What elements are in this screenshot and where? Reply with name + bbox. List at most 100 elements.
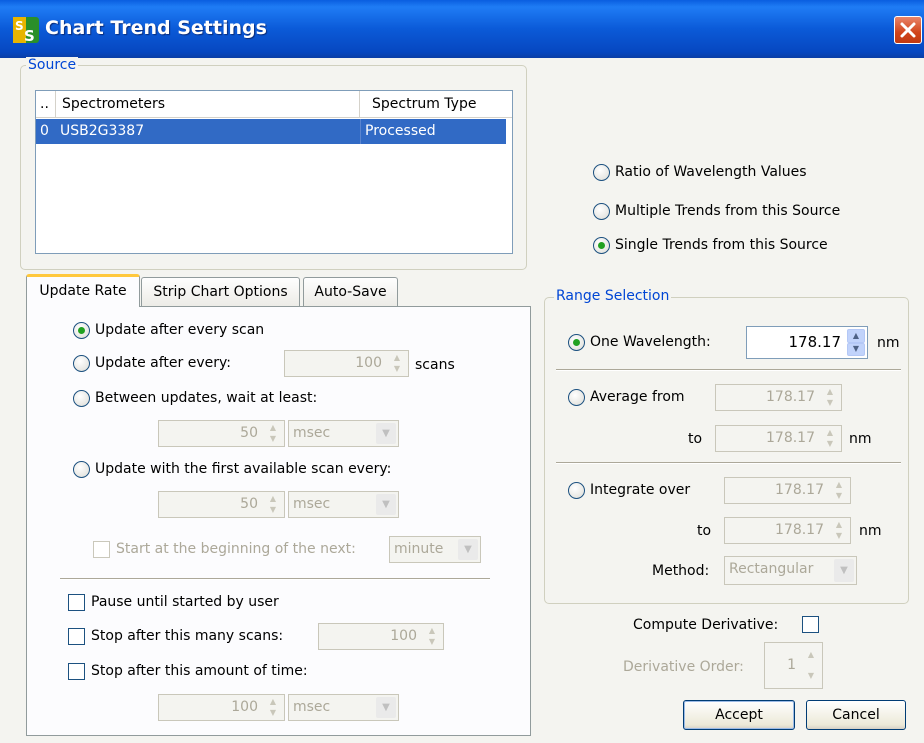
spinner-arrows: ▲ ▼: [423, 626, 441, 647]
integrate-over-radio[interactable]: Integrate over: [568, 480, 690, 500]
range-separator-1: [556, 369, 901, 371]
chevron-down-icon[interactable]: ▼: [376, 494, 396, 515]
chevron-down-icon[interactable]: ▼: [458, 539, 478, 560]
spinner-down-icon[interactable]: ▼: [821, 398, 839, 409]
column-header-index[interactable]: ..: [36, 91, 56, 117]
stop-time-unit-dropdown[interactable]: msec ▼: [288, 694, 399, 721]
stop-scans-spinner[interactable]: 100 ▲ ▼: [318, 623, 444, 650]
spinner-value: 178.17: [766, 389, 815, 405]
first-available-radio[interactable]: Update with the first available scan eve…: [73, 459, 391, 479]
between-updates-spinner[interactable]: 50 ▲ ▼: [158, 420, 285, 447]
table-row[interactable]: 0 USB2G3387 Processed: [36, 119, 506, 144]
integrate-to-spinner[interactable]: 178.17 ▲ ▼: [724, 517, 851, 544]
chevron-down-icon[interactable]: ▼: [834, 559, 854, 582]
window-title: Chart Trend Settings: [45, 17, 267, 39]
first-available-spinner[interactable]: 50 ▲ ▼: [158, 491, 285, 518]
radio-circle: [568, 388, 585, 406]
spinner-value: 178.17: [766, 430, 815, 446]
column-header-spectrum-type[interactable]: Spectrum Type: [360, 91, 506, 117]
start-next-unit-dropdown[interactable]: minute ▼: [389, 536, 481, 563]
tab-update-rate[interactable]: Update Rate: [26, 274, 140, 307]
radio-circle: [593, 202, 610, 220]
accept-button[interactable]: Accept: [683, 700, 795, 730]
between-updates-radio[interactable]: Between updates, wait at least:: [73, 388, 317, 408]
tab-auto-save[interactable]: Auto-Save: [303, 277, 398, 307]
spinner-down-icon[interactable]: ▼: [830, 531, 848, 542]
spinner-arrows: ▲ ▼: [830, 520, 848, 541]
dropdown-value: msec: [293, 496, 331, 512]
update-scans-spinner[interactable]: 100 ▲ ▼: [284, 350, 409, 377]
spinner-value: 178.17: [775, 482, 824, 498]
derivative-order-spinner[interactable]: 1 ▲ ▼: [764, 642, 823, 689]
stop-scans-checkbox[interactable]: Stop after this many scans:: [68, 626, 283, 646]
radio-circle: [73, 354, 90, 372]
title-bar[interactable]: S S Chart Trend Settings: [0, 0, 924, 58]
stop-time-checkbox[interactable]: Stop after this amount of time:: [68, 661, 308, 681]
spinner-arrows: ▲ ▼: [802, 645, 820, 686]
method-dropdown[interactable]: Rectangular ▼: [724, 556, 857, 585]
column-header-spectrometers[interactable]: Spectrometers: [56, 91, 360, 117]
dropdown-value: msec: [293, 699, 331, 715]
spinner-value: 178.17: [788, 333, 842, 351]
average-from-radio[interactable]: Average from: [568, 387, 685, 407]
chevron-down-icon[interactable]: ▼: [376, 697, 396, 718]
spinner-down-icon[interactable]: ▼: [821, 439, 839, 450]
ratio-radio[interactable]: Ratio of Wavelength Values: [593, 162, 807, 182]
chevron-down-icon[interactable]: ▼: [376, 423, 396, 444]
spinner-down-icon[interactable]: ▼: [264, 505, 282, 516]
spinner-arrows: ▲ ▼: [388, 353, 406, 374]
cell-index: 0: [40, 123, 49, 139]
cell-spectrometer: USB2G3387: [60, 123, 145, 139]
integrate-from-spinner[interactable]: 178.17 ▲ ▼: [724, 477, 851, 504]
stop-time-spinner[interactable]: 100 ▲ ▼: [158, 694, 285, 721]
spinner-down-icon[interactable]: ▼: [264, 434, 282, 445]
spinner-arrows: ▲ ▼: [821, 387, 839, 408]
one-wavelength-spinner[interactable]: 178.17 ▲ ▼: [746, 326, 868, 359]
pause-checkbox[interactable]: Pause until started by user: [68, 592, 279, 612]
spinner-down-icon[interactable]: ▼: [388, 364, 406, 375]
cancel-button[interactable]: Cancel: [806, 700, 906, 730]
update-rate-separator: [60, 578, 490, 580]
spinner-down-icon[interactable]: ▼: [423, 637, 441, 648]
start-next-checkbox[interactable]: Start at the beginning of the next:: [93, 539, 356, 559]
average-to-spinner[interactable]: 178.17 ▲ ▼: [715, 425, 842, 452]
single-trends-radio[interactable]: Single Trends from this Source: [593, 235, 828, 255]
range-separator-2: [556, 462, 901, 464]
radio-circle: [73, 460, 90, 478]
close-icon: [900, 22, 916, 38]
spinner-arrows: ▲ ▼: [264, 494, 282, 515]
multiple-trends-radio[interactable]: Multiple Trends from this Source: [593, 201, 840, 221]
stop-scans-label: Stop after this many scans:: [91, 628, 284, 644]
one-wavelength-unit: nm: [877, 335, 900, 351]
spinner-value: 178.17: [775, 522, 824, 538]
spinner-down-icon[interactable]: ▼: [830, 491, 848, 502]
update-every-scan-label: Update after every scan: [95, 322, 265, 338]
spectrometer-table[interactable]: .. Spectrometers Spectrum Type 0 USB2G33…: [35, 90, 513, 254]
compute-derivative-checkbox[interactable]: [802, 616, 819, 633]
update-every-scan-radio[interactable]: Update after every scan: [73, 320, 264, 340]
one-wavelength-radio[interactable]: One Wavelength:: [568, 332, 711, 352]
spinner-down-icon[interactable]: ▼: [847, 342, 865, 356]
spinner-up-icon[interactable]: ▲: [802, 645, 820, 666]
tab-strip-chart-options[interactable]: Strip Chart Options: [141, 277, 300, 307]
update-after-every-radio[interactable]: Update after every:: [73, 353, 231, 373]
derivative-order-label: Derivative Order:: [623, 659, 744, 675]
spinner-value: 50: [240, 425, 258, 441]
average-from-spinner[interactable]: 178.17 ▲ ▼: [715, 384, 842, 411]
close-button[interactable]: [894, 16, 922, 44]
source-legend: Source: [26, 57, 79, 73]
checkbox-box: [93, 540, 110, 558]
spinner-down-icon[interactable]: ▼: [802, 666, 820, 687]
dropdown-value: Rectangular: [729, 561, 814, 577]
between-unit-dropdown[interactable]: msec ▼: [288, 420, 399, 447]
average-to-label: to: [688, 431, 703, 447]
spinner-down-icon[interactable]: ▼: [264, 708, 282, 719]
radio-circle-selected: [593, 236, 610, 254]
spinner-value: 100: [355, 355, 382, 371]
spinner-arrows: ▲ ▼: [264, 423, 282, 444]
spinner-arrows: ▲ ▼: [264, 697, 282, 718]
svg-text:S: S: [15, 19, 24, 33]
stop-time-label: Stop after this amount of time:: [91, 663, 308, 679]
first-available-unit-dropdown[interactable]: msec ▼: [288, 491, 399, 518]
radio-circle: [73, 389, 90, 407]
